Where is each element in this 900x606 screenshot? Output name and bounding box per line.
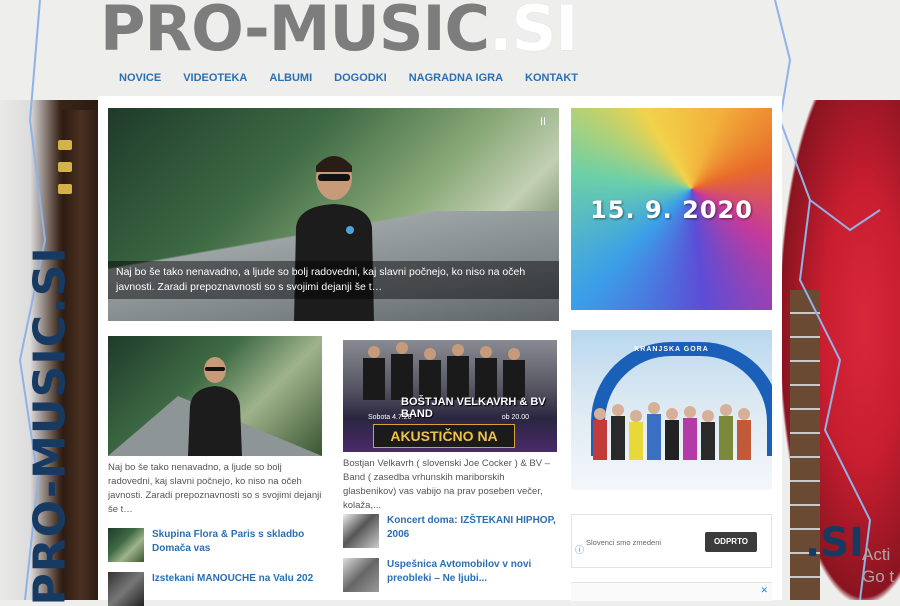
poster-time: ob 20.00 — [501, 414, 529, 421]
overlay-line: Acti — [862, 545, 891, 564]
site-logo[interactable]: PRO-MUSIC.SI — [100, 0, 578, 65]
featured-slider[interactable]: II Naj bo še tako nenavadno, a ljude so … — [108, 108, 559, 321]
content-panel: II Naj bo še tako nenavadno, a ljude so … — [98, 96, 782, 606]
main-navigation: NOVICE VIDEOTEKA ALBUMI DOGODKI NAGRADNA… — [108, 66, 589, 90]
list-item[interactable]: Skupina Flora & Paris s skladbo Domača v… — [108, 528, 322, 562]
article-card[interactable]: Naj bo še tako nenavadno, a ljude so bol… — [108, 336, 322, 517]
ad-notification[interactable]: ⓘ Slovenci smo zmedeni ODPRTO — [571, 514, 772, 568]
lightning-decoration — [774, 0, 881, 600]
close-icon[interactable]: ✕ — [760, 585, 768, 596]
poster-event-title: AKUSTIČNO NA DRAVI — [373, 424, 515, 452]
ad-banner-colorful[interactable]: 15. 9. 2020 — [571, 108, 772, 310]
article-excerpt: Bostjan Velkavrh ( slovenski Joe Cocker … — [343, 458, 550, 511]
event-poster-image[interactable]: BOŠTJAN VELKAVRH & BV BAND Sobota 4.7.20… — [343, 340, 557, 452]
right-brand-text: .SI — [805, 520, 864, 566]
article-excerpt: Naj bo še tako nenavadno, a ljude so bol… — [108, 462, 322, 515]
group-of-people — [593, 402, 751, 460]
news-thumbnail[interactable] — [343, 514, 379, 548]
nav-item-novice[interactable]: NOVICE — [108, 66, 172, 90]
activation-overlay: Acti Go t — [862, 544, 894, 588]
vertical-brand-text: PRO-MUSIC.SI — [24, 246, 76, 606]
winter-group-photo[interactable]: KRANJSKA GORA — [571, 330, 772, 490]
poster-title: BOŠTJAN VELKAVRH & BV BAND — [401, 396, 546, 420]
person-photo — [108, 357, 322, 456]
tuner-peg — [58, 184, 72, 194]
list-item[interactable]: Izstekani MANOUCHE na Valu 202 — [108, 572, 322, 606]
logo-main: PRO-MUSIC — [100, 0, 490, 65]
info-icon[interactable]: ⓘ — [575, 543, 584, 556]
news-thumbnail[interactable] — [343, 558, 379, 592]
nav-item-albumi[interactable]: ALBUMI — [258, 66, 323, 90]
news-title-link[interactable]: Koncert doma: IZŠTEKANI HIPHOP, 2006 — [387, 514, 557, 542]
list-item[interactable]: Uspešnica Avtomobilov v novi preobleki –… — [343, 558, 557, 592]
nav-item-kontakt[interactable]: KONTAKT — [514, 66, 589, 90]
news-title-link[interactable]: Uspešnica Avtomobilov v novi preobleki –… — [387, 558, 557, 586]
news-thumbnail[interactable] — [108, 528, 144, 562]
overlay-line: Go t — [862, 567, 895, 586]
ad-date-text: 15. 9. 2020 — [590, 196, 753, 224]
ad-notification-text: Slovenci smo zmedeni — [586, 538, 662, 547]
nav-item-videoteka[interactable]: VIDEOTEKA — [172, 66, 258, 90]
article-image[interactable] — [108, 336, 322, 456]
nav-item-nagradna-igra[interactable]: NAGRADNA IGRA — [398, 66, 514, 90]
pause-icon[interactable]: II — [537, 116, 549, 128]
article-card[interactable]: BOŠTJAN VELKAVRH & BV BAND Sobota 4.7.20… — [343, 340, 557, 513]
news-thumbnail[interactable] — [108, 572, 144, 606]
slider-caption[interactable]: Naj bo še tako nenavadno, a ljude so bol… — [108, 261, 559, 299]
arch-label: KRANJSKA GORA — [634, 346, 709, 353]
tuner-peg — [58, 140, 72, 150]
logo-suffix: .SI — [489, 0, 578, 65]
tuner-peg — [58, 162, 72, 172]
list-item[interactable]: Koncert doma: IZŠTEKANI HIPHOP, 2006 — [343, 514, 557, 548]
open-ad-button[interactable]: ODPRTO — [705, 532, 757, 552]
news-title-link[interactable]: Skupina Flora & Paris s skladbo Domača v… — [152, 528, 322, 556]
nav-item-dogodki[interactable]: DOGODKI — [323, 66, 398, 90]
band-photo — [363, 342, 525, 400]
poster-date: Sobota 4.7.20 — [368, 414, 412, 421]
news-title-link[interactable]: Izstekani MANOUCHE na Valu 202 — [152, 572, 313, 586]
ad-strip[interactable]: ✕ — [571, 582, 772, 601]
